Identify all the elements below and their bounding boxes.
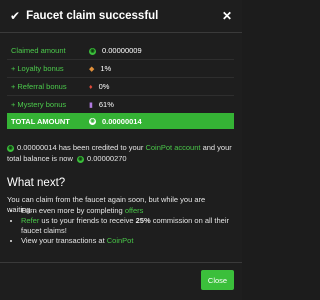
coin-icon: ◉ xyxy=(89,47,96,55)
table-row: + Mystery bonus ▮ 61% xyxy=(7,95,234,113)
loyalty-bonus-value: 1% xyxy=(100,63,112,73)
list-item: View your transactions at CoinPot xyxy=(21,236,235,246)
claimed-amount-label: Claimed amount xyxy=(11,46,66,55)
mystery-potion-icon: ▮ xyxy=(89,102,93,109)
what-next-heading: What next? xyxy=(7,177,66,189)
mystery-bonus-value: 61% xyxy=(98,99,114,109)
close-button[interactable]: Close xyxy=(201,270,234,290)
offers-link[interactable]: offers xyxy=(125,206,144,215)
total-amount-label: TOTAL AMOUNT xyxy=(7,113,85,129)
modal-header: ✔ Faucet claim successful ✕ xyxy=(0,0,242,33)
list-item: Refer us to your friends to receive 25% … xyxy=(21,216,235,236)
coinpot-account-link[interactable]: CoinPot account xyxy=(145,143,200,152)
referral-bonus-label: Referral bonus xyxy=(17,82,67,91)
table-row: Claimed amount ◉ 0.00000009 xyxy=(7,42,234,60)
claim-summary-table: Claimed amount ◉ 0.00000009 + Loyalty bonu… xyxy=(7,42,234,129)
plus-sign: + xyxy=(11,82,16,91)
total-row: TOTAL AMOUNT ◉ 0.00000014 xyxy=(7,113,234,129)
total-balance-value: 0.00000270 xyxy=(86,154,127,163)
referral-gem-icon: ♦ xyxy=(89,83,93,91)
faucet-claim-modal: ✔ Faucet claim successful ✕ Claimed amou… xyxy=(0,0,242,300)
total-amount-value: 0.00000014 xyxy=(102,116,142,126)
modal-title: Faucet claim successful xyxy=(26,10,159,22)
refer-link[interactable]: Refer xyxy=(21,216,39,225)
referral-bonus-value: 0% xyxy=(98,82,110,91)
list-item: Earn even more by completing offers xyxy=(21,206,235,216)
check-circle-icon: ✔ xyxy=(10,9,21,23)
loyalty-bonus-label: Loyalty bonus xyxy=(17,64,64,73)
credited-amount: 0.00000014 xyxy=(17,143,57,152)
footer-divider xyxy=(0,262,242,263)
claimed-amount-value: 0.00000009 xyxy=(102,46,142,55)
close-icon[interactable]: ✕ xyxy=(222,9,232,23)
table-row: + Loyalty bonus ◆ 1% xyxy=(7,59,234,78)
mystery-bonus-label: Mystery bonus xyxy=(17,100,67,109)
coinpot-link[interactable]: CoinPot xyxy=(107,236,134,245)
coin-icon: ◉ xyxy=(76,155,84,163)
plus-sign: + xyxy=(11,64,16,73)
table-row: + Referral bonus ♦ 0% xyxy=(7,77,234,96)
next-steps-list: Earn even more by completing offers Refe… xyxy=(7,206,235,246)
loyalty-badge-icon: ◆ xyxy=(89,66,95,73)
plus-sign: + xyxy=(11,100,16,109)
credit-message: ◉ 0.00000014 has been credited to your Co… xyxy=(7,143,232,163)
coin-icon: ◉ xyxy=(7,144,14,152)
coin-icon: ◉ xyxy=(89,118,96,126)
